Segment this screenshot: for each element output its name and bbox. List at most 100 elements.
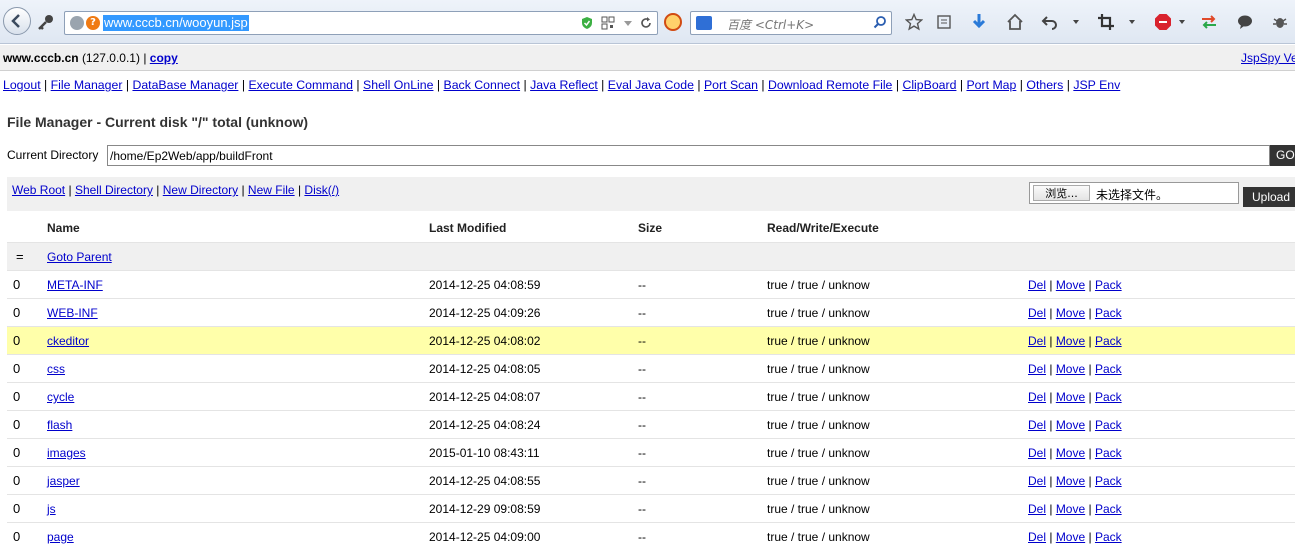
size: -- bbox=[638, 362, 646, 376]
quick-link-new-file[interactable]: New File bbox=[248, 183, 295, 197]
menu-item-execute-command[interactable]: Execute Command bbox=[248, 78, 353, 92]
action-del-link[interactable]: Del bbox=[1028, 418, 1046, 432]
action-move-link[interactable]: Move bbox=[1056, 474, 1085, 488]
url-bar[interactable]: ? www.cccb.cn/wooyun.jsp bbox=[64, 11, 658, 35]
action-pack-link[interactable]: Pack bbox=[1095, 530, 1122, 544]
table-row: 0 flash 2014-12-25 04:08:24 -- true / true /… bbox=[7, 410, 1295, 438]
menu-item-java-reflect[interactable]: Java Reflect bbox=[530, 78, 598, 92]
crop-icon[interactable] bbox=[1096, 12, 1116, 32]
bookmarks-list-icon[interactable] bbox=[934, 12, 954, 32]
action-pack-link[interactable]: Pack bbox=[1095, 362, 1122, 376]
chat-bubble-icon[interactable] bbox=[1235, 12, 1255, 32]
menu-item-logout[interactable]: Logout bbox=[3, 78, 41, 92]
bug-icon[interactable] bbox=[1270, 12, 1290, 32]
action-move-link[interactable]: Move bbox=[1056, 278, 1085, 292]
folder-name-link[interactable]: WEB-INF bbox=[47, 306, 98, 320]
adblock-menu-arrow-icon[interactable] bbox=[1172, 12, 1192, 32]
go-button[interactable]: GO bbox=[1270, 145, 1295, 166]
home-icon[interactable] bbox=[1005, 12, 1025, 32]
action-del-link[interactable]: Del bbox=[1028, 362, 1046, 376]
menu-item-port-scan[interactable]: Port Scan bbox=[704, 78, 758, 92]
menu-item-eval-java-code[interactable]: Eval Java Code bbox=[608, 78, 694, 92]
table-row: 0 images 2015-01-10 08:43:11 -- true / true … bbox=[7, 438, 1295, 466]
host-ip: (127.0.0.1) bbox=[81, 51, 140, 65]
table-row: 0 js 2014-12-29 09:08:59 -- true / true / un… bbox=[7, 494, 1295, 522]
key-icon[interactable] bbox=[36, 12, 56, 32]
file-upload-input[interactable]: 浏览... 未选择文件。 bbox=[1029, 182, 1239, 204]
header-rwx: Read/Write/Execute bbox=[767, 221, 879, 235]
action-pack-link[interactable]: Pack bbox=[1095, 502, 1122, 516]
folder-name-link[interactable]: js bbox=[47, 502, 56, 516]
action-pack-link[interactable]: Pack bbox=[1095, 418, 1122, 432]
action-pack-link[interactable]: Pack bbox=[1095, 278, 1122, 292]
folder-name-link[interactable]: css bbox=[47, 362, 65, 376]
action-move-link[interactable]: Move bbox=[1056, 446, 1085, 460]
menu-item-database-manager[interactable]: DataBase Manager bbox=[132, 78, 238, 92]
action-move-link[interactable]: Move bbox=[1056, 530, 1085, 544]
browse-button[interactable]: 浏览... bbox=[1033, 185, 1090, 201]
last-modified: 2014-12-25 04:09:00 bbox=[429, 530, 541, 544]
goto-parent-link[interactable]: Goto Parent bbox=[47, 250, 112, 264]
quick-link-new-directory[interactable]: New Directory bbox=[163, 183, 238, 197]
menu-item-port-map[interactable]: Port Map bbox=[966, 78, 1016, 92]
action-del-link[interactable]: Del bbox=[1028, 306, 1046, 320]
action-del-link[interactable]: Del bbox=[1028, 334, 1046, 348]
action-move-link[interactable]: Move bbox=[1056, 502, 1085, 516]
folder-name-link[interactable]: cycle bbox=[47, 390, 74, 404]
quick-link-disk-[interactable]: Disk(/) bbox=[304, 183, 339, 197]
action-move-link[interactable]: Move bbox=[1056, 362, 1085, 376]
action-move-link[interactable]: Move bbox=[1056, 418, 1085, 432]
baidu-engine-icon[interactable] bbox=[696, 16, 712, 30]
reload-icon[interactable] bbox=[639, 16, 653, 30]
proxy-switch-icon[interactable] bbox=[1199, 12, 1219, 32]
action-pack-link[interactable]: Pack bbox=[1095, 334, 1122, 348]
action-del-link[interactable]: Del bbox=[1028, 530, 1046, 544]
undo-menu-arrow-icon[interactable] bbox=[1066, 12, 1086, 32]
download-icon[interactable] bbox=[969, 12, 989, 32]
menu-item-download-remote-file[interactable]: Download Remote File bbox=[768, 78, 892, 92]
last-modified: 2014-12-29 09:08:59 bbox=[429, 502, 541, 516]
action-pack-link[interactable]: Pack bbox=[1095, 306, 1122, 320]
crop-menu-arrow-icon[interactable] bbox=[1122, 12, 1142, 32]
stop-icon[interactable] bbox=[664, 13, 682, 31]
menu-item-clipboard[interactable]: ClipBoard bbox=[902, 78, 956, 92]
folder-name-link[interactable]: ckeditor bbox=[47, 334, 89, 348]
shield-icon[interactable] bbox=[580, 16, 594, 30]
folder-name-link[interactable]: META-INF bbox=[47, 278, 103, 292]
version-link[interactable]: JspSpy Ve bbox=[1241, 51, 1295, 65]
quick-link-shell-directory[interactable]: Shell Directory bbox=[75, 183, 153, 197]
action-pack-link[interactable]: Pack bbox=[1095, 390, 1122, 404]
action-pack-link[interactable]: Pack bbox=[1095, 474, 1122, 488]
search-bar[interactable]: 百度 <Ctrl+K> bbox=[690, 11, 892, 35]
folder-name-link[interactable]: images bbox=[47, 446, 86, 460]
action-pack-link[interactable]: Pack bbox=[1095, 446, 1122, 460]
bookmark-star-icon[interactable] bbox=[904, 12, 924, 32]
quick-link-web-root[interactable]: Web Root bbox=[12, 183, 65, 197]
dropdown-arrow-icon[interactable] bbox=[621, 16, 635, 30]
folder-name-link[interactable]: jasper bbox=[47, 474, 80, 488]
undo-icon[interactable] bbox=[1040, 12, 1060, 32]
menu-item-file-manager[interactable]: File Manager bbox=[51, 78, 123, 92]
copy-link[interactable]: copy bbox=[150, 51, 178, 65]
action-del-link[interactable]: Del bbox=[1028, 474, 1046, 488]
current-directory-input[interactable] bbox=[107, 145, 1270, 166]
menu-item-others[interactable]: Others bbox=[1026, 78, 1063, 92]
adblock-icon[interactable] bbox=[1153, 12, 1173, 32]
action-del-link[interactable]: Del bbox=[1028, 390, 1046, 404]
action-move-link[interactable]: Move bbox=[1056, 306, 1085, 320]
folder-name-link[interactable]: page bbox=[47, 530, 74, 544]
action-del-link[interactable]: Del bbox=[1028, 278, 1046, 292]
menu-item-shell-online[interactable]: Shell OnLine bbox=[363, 78, 433, 92]
action-del-link[interactable]: Del bbox=[1028, 502, 1046, 516]
menu-item-back-connect[interactable]: Back Connect bbox=[444, 78, 521, 92]
upload-button[interactable]: Upload bbox=[1243, 187, 1295, 207]
menu-item-jsp-env[interactable]: JSP Env bbox=[1073, 78, 1120, 92]
folder-name-link[interactable]: flash bbox=[47, 418, 72, 432]
action-move-link[interactable]: Move bbox=[1056, 390, 1085, 404]
action-move-link[interactable]: Move bbox=[1056, 334, 1085, 348]
url-text[interactable]: www.cccb.cn/wooyun.jsp bbox=[103, 15, 249, 31]
search-icon[interactable] bbox=[873, 15, 887, 32]
action-del-link[interactable]: Del bbox=[1028, 446, 1046, 460]
qr-code-icon[interactable] bbox=[601, 16, 615, 30]
back-icon[interactable] bbox=[3, 7, 31, 35]
